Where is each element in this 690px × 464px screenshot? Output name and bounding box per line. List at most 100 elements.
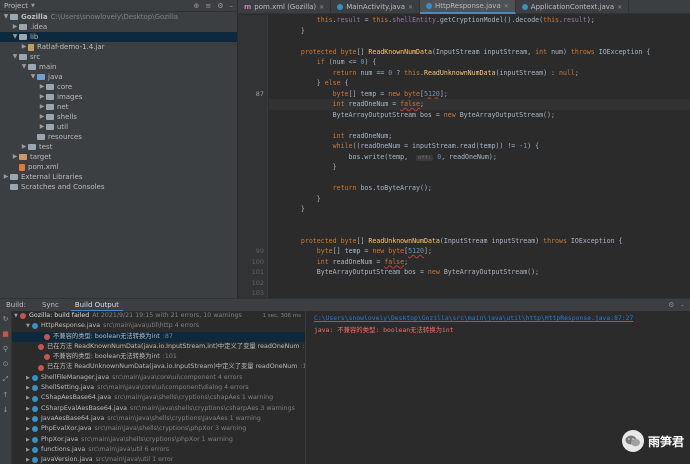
editor-tab[interactable]: m pom.xml (Gozilla) ✕ bbox=[238, 0, 332, 14]
code-line[interactable]: protected byte[] ReadKnownNumData(InputS… bbox=[269, 47, 690, 58]
code-line[interactable]: protected byte[] ReadUnknownNumData(Inpu… bbox=[269, 236, 690, 247]
project-tree-item[interactable]: ▶ test bbox=[0, 142, 237, 152]
project-tree-item[interactable]: ▶ target bbox=[0, 152, 237, 162]
chevron-right-icon[interactable]: ▶ bbox=[38, 82, 46, 92]
build-file-item[interactable]: ▶ PhpXor.java src\main\java\shells\cryptio… bbox=[12, 435, 305, 445]
project-tree-item[interactable]: Scratches and Consoles bbox=[0, 182, 237, 192]
code-line[interactable] bbox=[269, 173, 690, 184]
chevron-down-icon[interactable]: ▼ bbox=[20, 62, 28, 72]
chevron-right-icon[interactable]: ▶ bbox=[20, 42, 28, 52]
project-tree-item[interactable]: ▼ src bbox=[0, 52, 237, 62]
tab-sync[interactable]: Sync bbox=[38, 299, 63, 312]
build-error-item[interactable]: 不兼容的类型: boolean无法转换为int:87 bbox=[12, 331, 305, 342]
pin-icon[interactable]: ⊙ bbox=[3, 360, 9, 368]
build-file-item[interactable]: ▶ JavaAesBase64.java src\main\java\shells\… bbox=[12, 414, 305, 424]
chevron-right-icon[interactable]: ▶ bbox=[2, 172, 10, 182]
build-file-item[interactable]: ▶ ShellFileManager.java src\main\java\core… bbox=[12, 373, 305, 383]
chevron-down-icon[interactable]: ▼ bbox=[11, 32, 19, 42]
dropdown-icon[interactable]: ▼ bbox=[31, 3, 35, 9]
code-line[interactable]: return num == 0 ? this.ReadUnknownNumDat… bbox=[269, 68, 690, 79]
code-line[interactable]: ByteArrayOutputStream bos = new ByteArra… bbox=[269, 110, 690, 121]
project-tree-item[interactable]: ▼ main bbox=[0, 62, 237, 72]
tab-build-output[interactable]: Build Output bbox=[70, 299, 123, 312]
code-line[interactable]: ByteArrayOutputStream bos = new ByteArra… bbox=[269, 267, 690, 278]
code-line[interactable]: if (num <= 0) { bbox=[269, 57, 690, 68]
project-tree-item[interactable]: ▶ net bbox=[0, 102, 237, 112]
chevron-down-icon[interactable]: ▼ bbox=[29, 72, 37, 82]
project-tree-item[interactable]: ▶ .idea bbox=[0, 22, 237, 32]
build-file-item[interactable]: ▶ CShapAesBase64.java src\main\java\shells… bbox=[12, 393, 305, 403]
locate-icon[interactable]: ⊕ bbox=[193, 2, 199, 10]
project-tree-item[interactable]: ▶ External Libraries bbox=[0, 172, 237, 182]
build-file-item[interactable]: ▶ ShellSetting.java src\main\java\core\ui\… bbox=[12, 383, 305, 393]
close-icon[interactable]: ✕ bbox=[319, 4, 324, 11]
code-line[interactable]: } else { bbox=[269, 78, 690, 89]
chevron-right-icon[interactable]: ▶ bbox=[38, 92, 46, 102]
build-error-item[interactable]: 不兼容的类型: boolean无法转换为int:101 bbox=[12, 352, 305, 362]
gear-icon[interactable]: ⚙ bbox=[668, 301, 674, 309]
code-line[interactable]: bos.write(temp, off: 0, readOneNum); bbox=[269, 152, 690, 163]
project-tree-item[interactable]: resources bbox=[0, 132, 237, 142]
project-tree-item[interactable]: ▼ lib bbox=[0, 32, 237, 42]
expand-icon[interactable]: ⤢ bbox=[3, 375, 9, 384]
code-line[interactable] bbox=[269, 225, 690, 236]
minimize-icon[interactable]: – bbox=[230, 2, 234, 10]
build-file-item[interactable]: ▶ functions.java src\main\java\util 6 erro… bbox=[12, 445, 305, 455]
chevron-right-icon[interactable]: ▶ bbox=[20, 142, 28, 152]
build-error-item[interactable]: ▼ Gozilla: build failed At 2021/9/21 19:15… bbox=[12, 311, 305, 321]
chevron-right-icon[interactable]: ▶ bbox=[38, 102, 46, 112]
close-icon[interactable]: ✕ bbox=[504, 3, 509, 10]
build-file-item[interactable]: ▶ PhpEvalXor.java src\main\java\shells\cry… bbox=[12, 424, 305, 434]
project-tree-item[interactable]: ▶ images bbox=[0, 92, 237, 102]
project-tree-item[interactable]: ▶ util bbox=[0, 122, 237, 132]
stop-icon[interactable]: ■ bbox=[2, 330, 9, 338]
code-line[interactable]: int readOneNum = false; bbox=[269, 99, 690, 110]
code-line[interactable]: } bbox=[269, 26, 690, 37]
project-tree-item[interactable]: ▼ Gozilla C:\Users\snowlovely\Desktop\Gozi… bbox=[0, 12, 237, 22]
code-line[interactable]: } bbox=[269, 162, 690, 173]
editor-tab[interactable]: ApplicationContext.java ✕ bbox=[516, 0, 630, 14]
code-line[interactable]: this.result = this.shellEntity.getCrypti… bbox=[269, 15, 690, 26]
project-tree-item[interactable]: ▼ java bbox=[0, 72, 237, 82]
code-line[interactable] bbox=[269, 36, 690, 47]
build-file-item[interactable]: ▶ JavaVersion.java src\main\java\util 1 er… bbox=[12, 455, 305, 464]
code-line[interactable]: byte[] temp = new byte[5120]; bbox=[269, 246, 690, 257]
rerun-icon[interactable]: ↻ bbox=[3, 315, 9, 323]
project-tree-item[interactable]: ▶ Ratlaf-demo-1.4.jar bbox=[0, 42, 237, 52]
project-title[interactable]: Project bbox=[4, 2, 28, 10]
gear-icon[interactable]: ⚙ bbox=[217, 2, 223, 10]
error-location-link[interactable]: C:\Users\snowlovely\Desktop\Gozilla\src\… bbox=[314, 314, 682, 322]
code-line[interactable]: } bbox=[269, 204, 690, 215]
chevron-right-icon[interactable]: ▶ bbox=[38, 122, 46, 132]
build-error-item[interactable]: 已在方法 ReadKnownNumData(java.io.InputStrea… bbox=[12, 342, 305, 352]
build-file-item[interactable]: ▼ HttpResponse.java src\main\java\util\htt… bbox=[12, 321, 305, 331]
close-icon[interactable]: ✕ bbox=[408, 4, 413, 11]
code-line[interactable]: int readOneNum; bbox=[269, 131, 690, 142]
chevron-down-icon[interactable]: ▼ bbox=[2, 12, 10, 22]
project-tree-item[interactable]: ▶ core bbox=[0, 82, 237, 92]
code-line[interactable] bbox=[269, 120, 690, 131]
code-line[interactable]: while((readOneNum = inputStream.read(tem… bbox=[269, 141, 690, 152]
chevron-right-icon[interactable]: ▶ bbox=[11, 152, 19, 162]
code-line[interactable]: return bos.toByteArray(); bbox=[269, 183, 690, 194]
project-tree-item[interactable]: ▶ shells bbox=[0, 112, 237, 122]
project-tree-item[interactable]: pom.xml bbox=[0, 162, 237, 172]
minimize-icon[interactable]: – bbox=[681, 301, 685, 309]
collapse-icon[interactable]: ≡ bbox=[205, 2, 211, 10]
build-error-item[interactable]: 已在方法 ReadUnknownNumData(java.io.InputStr… bbox=[12, 362, 305, 372]
code-editor[interactable]: this.result = this.shellEntity.getCrypti… bbox=[269, 15, 690, 298]
close-icon[interactable]: ✕ bbox=[617, 4, 622, 11]
code-line[interactable] bbox=[269, 215, 690, 226]
code-line[interactable]: byte[] temp = new byte[5120]; bbox=[269, 89, 690, 100]
chevron-right-icon[interactable]: ▶ bbox=[38, 112, 46, 122]
editor-tab[interactable]: HttpResponse.java ✕ bbox=[420, 0, 516, 14]
code-line[interactable]: int readOneNum = false; bbox=[269, 257, 690, 268]
chevron-down-icon[interactable]: ▼ bbox=[11, 52, 19, 62]
build-file-item[interactable]: ▶ CSharpEvalAesBase64.java src\main\java\s… bbox=[12, 404, 305, 414]
down-icon[interactable]: ↓ bbox=[3, 406, 9, 414]
chevron-right-icon[interactable]: ▶ bbox=[11, 22, 19, 32]
code-line[interactable]: } bbox=[269, 194, 690, 205]
up-icon[interactable]: ↑ bbox=[3, 391, 9, 399]
filter-icon[interactable]: ⚲ bbox=[3, 345, 8, 353]
editor-tab[interactable]: MainActivity.java ✕ bbox=[331, 0, 421, 14]
